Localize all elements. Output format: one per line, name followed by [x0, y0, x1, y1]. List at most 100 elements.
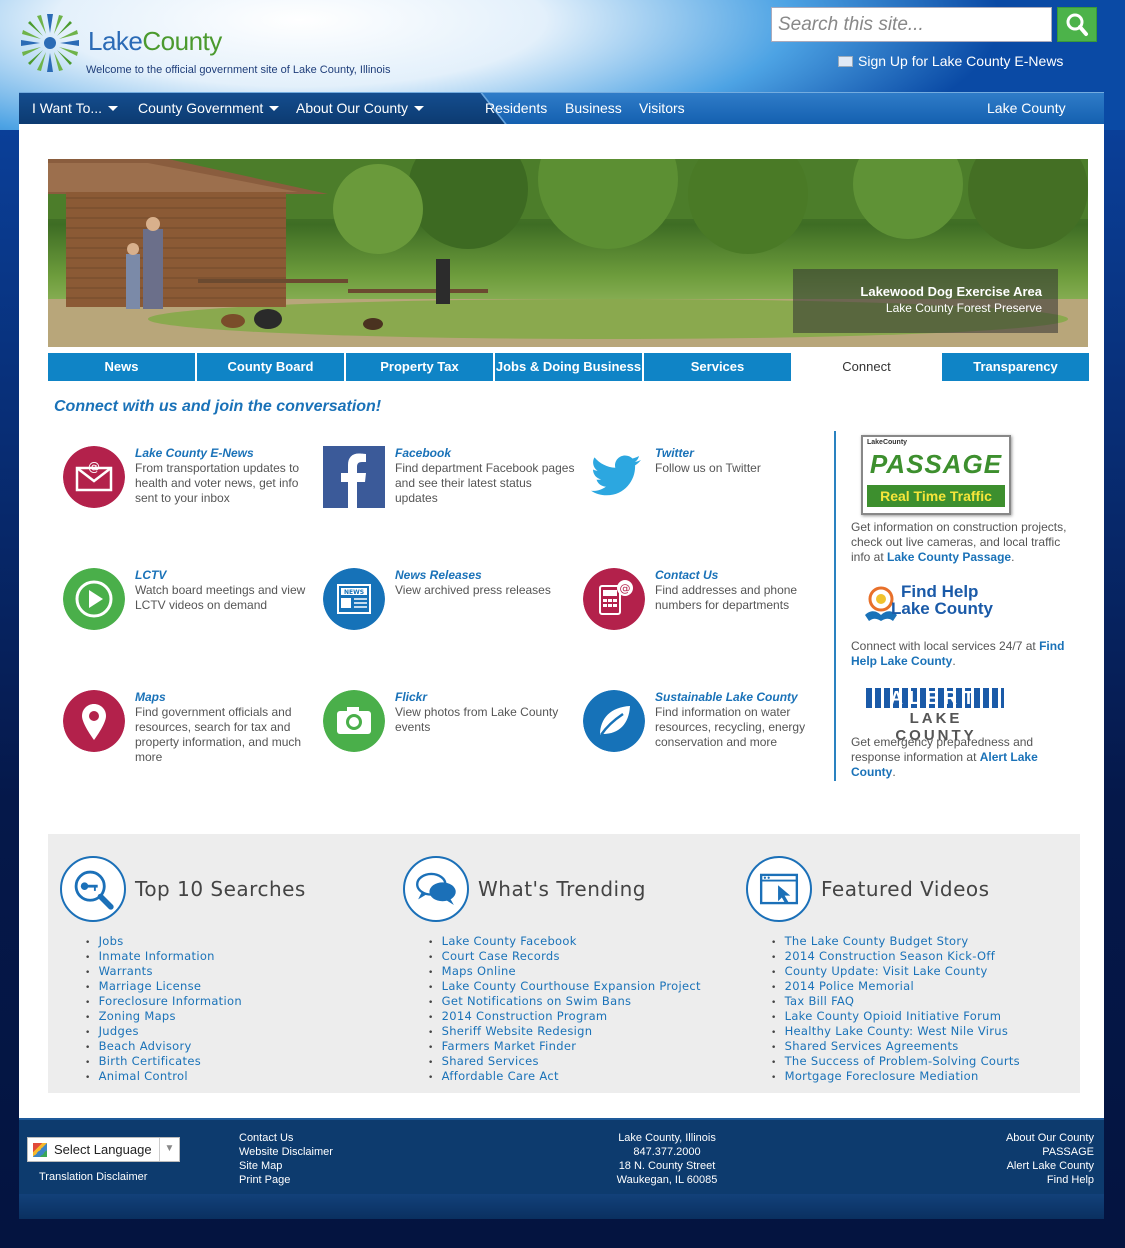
list-item[interactable]: Tax Bill FAQ — [783, 995, 1020, 1010]
footer-link-website-disclaimer[interactable]: Website Disclaimer — [239, 1145, 333, 1159]
connect-item-twitter[interactable]: Twitter Follow us on Twitter — [583, 446, 833, 556]
list-item[interactable]: Judges — [97, 1025, 242, 1040]
tab-connect[interactable]: Connect — [793, 353, 940, 381]
list-item[interactable]: Farmers Market Finder — [440, 1040, 701, 1055]
nav-business[interactable]: Business — [565, 100, 622, 116]
passage-link[interactable]: Lake County Passage — [887, 550, 1011, 564]
list-item[interactable]: County Update: Visit Lake County — [783, 965, 1020, 980]
alert-blurb: Get emergency preparedness and response … — [851, 735, 1076, 780]
list-item[interactable]: 2014 Construction Program — [440, 1010, 701, 1025]
footer-link-site-map[interactable]: Site Map — [239, 1159, 333, 1173]
footer-link-print-page[interactable]: Print Page — [239, 1173, 333, 1187]
list-item[interactable]: 2014 Construction Season Kick-Off — [783, 950, 1020, 965]
list-item[interactable]: Lake County Courthouse Expansion Project — [440, 980, 701, 995]
nav-about-our-county[interactable]: About Our County — [296, 100, 425, 116]
logo-word-lake: Lake — [88, 26, 143, 56]
list-item[interactable]: The Lake County Budget Story — [783, 935, 1020, 950]
nav-residents[interactable]: Residents — [485, 100, 547, 116]
nav-county-government[interactable]: County Government — [138, 100, 280, 116]
nav-i-want-to[interactable]: I Want To... — [32, 100, 119, 116]
tab-services[interactable]: Services — [644, 353, 791, 381]
site-search — [771, 7, 1097, 42]
connect-item-flickr[interactable]: Flickr View photos from Lake County even… — [323, 690, 573, 800]
footer-link-passage[interactable]: PASSAGE — [1006, 1145, 1094, 1159]
list-item[interactable]: Court Case Records — [440, 950, 701, 965]
search-button[interactable] — [1057, 7, 1097, 42]
find-help-logo[interactable]: Find Help Lake County — [861, 583, 1011, 629]
list-item[interactable]: Beach Advisory — [97, 1040, 242, 1055]
tab-jobs-doing-business[interactable]: Jobs & Doing Business — [495, 353, 642, 381]
tab-property-tax[interactable]: Property Tax — [346, 353, 493, 381]
envelope-icon — [838, 56, 853, 67]
quick-links-panel: Top 10 Searches Jobs Inmate Information … — [48, 834, 1080, 1093]
connect-item-enews[interactable]: @ Lake County E-News From transportation… — [63, 446, 313, 556]
alert-lake-county-logo[interactable]: ALERT LAKE COUNTY — [864, 688, 1009, 744]
tab-transparency[interactable]: Transparency — [942, 353, 1089, 381]
list-item[interactable]: Shared Services — [440, 1055, 701, 1070]
logo-word-county: County — [142, 26, 222, 56]
main-navigation: I Want To... County Government About Our… — [19, 92, 1104, 125]
footer-link-contact-us[interactable]: Contact Us — [239, 1131, 333, 1145]
lake-county-logo[interactable]: LakeCounty Welcome to the official gover… — [19, 12, 449, 82]
connect-item-title: LCTV — [135, 568, 167, 582]
translation-disclaimer-link[interactable]: Translation Disclaimer — [39, 1170, 147, 1184]
list-item[interactable]: Get Notifications on Swim Bans — [440, 995, 701, 1010]
dropdown-arrow-icon: ▼ — [159, 1138, 179, 1161]
footer-link-about-our-county[interactable]: About Our County — [1006, 1131, 1094, 1145]
connect-item-desc: View archived press releases — [395, 583, 551, 597]
tab-news[interactable]: News — [48, 353, 195, 381]
connect-item-contact-us[interactable]: @ Contact Us Find addresses and phone nu… — [583, 568, 833, 678]
list-item[interactable]: Marriage License — [97, 980, 242, 995]
alert-period: . — [892, 765, 896, 779]
tab-county-board[interactable]: County Board — [197, 353, 344, 381]
list-item[interactable]: Lake County Facebook — [440, 935, 701, 950]
list-item[interactable]: Animal Control — [97, 1070, 242, 1085]
list-item[interactable]: Inmate Information — [97, 950, 242, 965]
footer-bottom-bar — [19, 1194, 1104, 1219]
enews-signup-link[interactable]: Sign Up for Lake County E-News — [838, 53, 1063, 69]
nav-i-want-to-label: I Want To... — [32, 100, 103, 116]
nav-about-label: About Our County — [296, 100, 409, 116]
footer-link-find-help[interactable]: Find Help — [1006, 1173, 1094, 1187]
passage-logo[interactable]: LakeCounty PASSAGE Real Time Traffic — [861, 435, 1011, 515]
list-item[interactable]: Maps Online — [440, 965, 701, 980]
find-help-logo-text-1: Find Help — [901, 582, 979, 601]
list-item[interactable]: The Success of Problem-Solving Courts — [783, 1055, 1020, 1070]
nav-visitors[interactable]: Visitors — [639, 100, 685, 116]
search-input[interactable] — [771, 7, 1052, 42]
nav-lake-county[interactable]: Lake County — [987, 100, 1066, 116]
list-item[interactable]: Lake County Opioid Initiative Forum — [783, 1010, 1020, 1025]
list-item[interactable]: Shared Services Agreements — [783, 1040, 1020, 1055]
list-item[interactable]: Mortgage Foreclosure Mediation — [783, 1070, 1020, 1085]
list-item[interactable]: Jobs — [97, 935, 242, 950]
connect-item-sustainable[interactable]: Sustainable Lake County Find information… — [583, 690, 833, 800]
connect-item-maps[interactable]: Maps Find government officials and resou… — [63, 690, 313, 800]
list-item[interactable]: Birth Certificates — [97, 1055, 242, 1070]
hero-banner[interactable]: Lakewood Dog Exercise Area Lake County F… — [48, 159, 1088, 347]
connect-item-lctv[interactable]: LCTV Watch board meetings and view LCTV … — [63, 568, 313, 678]
connect-item-desc: From transportation updates to health an… — [135, 461, 300, 505]
svg-text:@: @ — [620, 582, 631, 595]
connect-item-desc: View photos from Lake County events — [395, 705, 559, 734]
footer-address-line: Lake County, Illinois — [618, 1132, 716, 1144]
list-item[interactable]: Healthy Lake County: West Nile Virus — [783, 1025, 1020, 1040]
list-item[interactable]: Sheriff Website Redesign — [440, 1025, 701, 1040]
connect-item-facebook[interactable]: Facebook Find department Facebook pages … — [323, 446, 574, 556]
find-help-blurb: Connect with local services 24/7 at Find… — [851, 639, 1076, 669]
find-help-period: . — [952, 654, 956, 668]
find-help-logo-text-2: Lake County — [891, 599, 994, 618]
connect-item-news-releases[interactable]: NEWS News Releases View archived press r… — [323, 568, 573, 678]
logo-wordmark: LakeCounty — [88, 26, 222, 57]
list-item[interactable]: Warrants — [97, 965, 242, 980]
list-item[interactable]: Zoning Maps — [97, 1010, 242, 1025]
language-select[interactable]: Select Language ▼ — [27, 1137, 180, 1162]
connect-item-title: Flickr — [395, 690, 428, 704]
list-item[interactable]: Foreclosure Information — [97, 995, 242, 1010]
twitter-bird-icon — [591, 455, 641, 496]
map-pin-icon — [63, 690, 125, 752]
footer-address: Lake County, Illinois 847.377.2000 18 N.… — [597, 1131, 737, 1187]
site-footer: Select Language ▼ Translation Disclaimer… — [19, 1118, 1104, 1194]
list-item[interactable]: Affordable Care Act — [440, 1070, 701, 1085]
footer-link-alert-lake-county[interactable]: Alert Lake County — [1006, 1159, 1094, 1173]
list-item[interactable]: 2014 Police Memorial — [783, 980, 1020, 995]
